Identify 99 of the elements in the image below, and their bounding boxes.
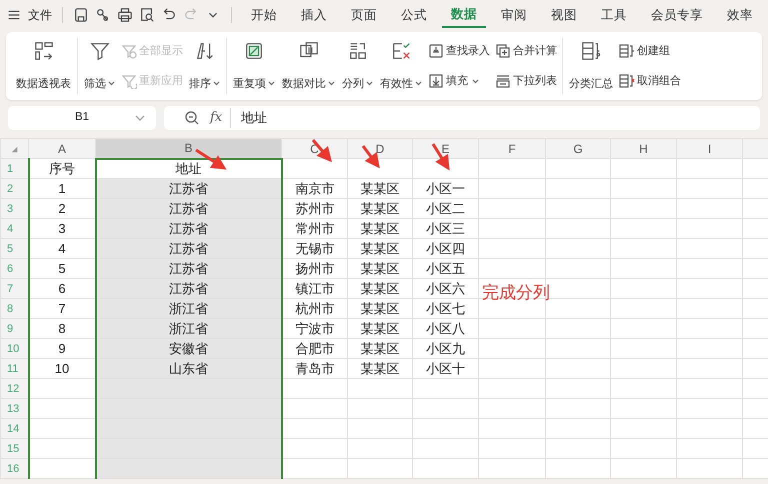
ribbon-button[interactable]: 分列 bbox=[340, 38, 375, 94]
table-cell: 江苏省 bbox=[96, 198, 282, 218]
zoom-icon[interactable] bbox=[184, 110, 200, 126]
table-cell: 常州市 bbox=[282, 218, 348, 238]
arrow bbox=[312, 139, 332, 162]
menu-tab[interactable]: 公式 bbox=[392, 2, 436, 28]
table-cell: 小区五 bbox=[412, 258, 478, 278]
bracket-icon bbox=[619, 73, 635, 89]
brush-icon[interactable] bbox=[95, 7, 111, 23]
corner-icon[interactable] bbox=[11, 146, 18, 153]
ribbon-button[interactable]: 重复项 bbox=[231, 38, 277, 94]
formula-input[interactable]: 地址 bbox=[241, 108, 268, 128]
table-cell: 地址 bbox=[96, 158, 282, 178]
table-cell: 苏州市 bbox=[282, 198, 348, 218]
table-cell: 某某区 bbox=[348, 218, 412, 238]
table-cell: 扬州市 bbox=[282, 258, 348, 278]
plus-box-icon bbox=[495, 43, 511, 59]
table-cell: 小区十 bbox=[412, 358, 478, 378]
arrow bbox=[432, 143, 450, 171]
table-cell: 小区七 bbox=[412, 298, 478, 318]
ribbon-button[interactable]: 查找录入 bbox=[427, 38, 491, 64]
column-header[interactable]: G bbox=[546, 138, 610, 158]
table-cell: 某某区 bbox=[348, 338, 412, 358]
table-cell: 江苏省 bbox=[96, 178, 282, 198]
filter-icon bbox=[88, 40, 110, 62]
table-cell: 某某区 bbox=[348, 238, 412, 258]
preview-icon[interactable] bbox=[139, 7, 155, 23]
table-cell: 杭州市 bbox=[282, 298, 348, 318]
table-cell: 江苏省 bbox=[96, 278, 282, 298]
file-menu[interactable]: 文件 bbox=[28, 6, 52, 24]
table-cell: 浙江省 bbox=[96, 298, 282, 318]
ribbon-button[interactable]: 排序 bbox=[187, 38, 222, 94]
column-header[interactable]: D bbox=[348, 138, 412, 158]
table-cell: 无锡市 bbox=[282, 238, 348, 258]
menu-tab[interactable]: 会员专享 bbox=[642, 2, 712, 28]
table-cell: 某某区 bbox=[348, 298, 412, 318]
table-cell: 某某区 bbox=[348, 358, 412, 378]
table-cell: 合肥市 bbox=[282, 338, 348, 358]
table-cell: 小区六 bbox=[412, 278, 478, 298]
table-cell: 小区三 bbox=[412, 218, 478, 238]
column-header[interactable]: A bbox=[28, 138, 96, 158]
filter-icon bbox=[121, 43, 137, 59]
table-cell: 小区九 bbox=[412, 338, 478, 358]
table-cell: 某某区 bbox=[348, 198, 412, 218]
table-cell: 江苏省 bbox=[96, 218, 282, 238]
table-cell: 小区八 bbox=[412, 318, 478, 338]
column-header[interactable]: B bbox=[96, 138, 282, 158]
annotation-text: 完成分列 bbox=[482, 282, 550, 304]
column-header[interactable]: I bbox=[676, 138, 742, 158]
table-cell: 宁波市 bbox=[282, 318, 348, 338]
table-cell: 某某区 bbox=[348, 258, 412, 278]
bracket-icon bbox=[619, 43, 635, 59]
table-cell: 青岛市 bbox=[282, 358, 348, 378]
column-header[interactable]: H bbox=[610, 138, 676, 158]
table-cell: 某某区 bbox=[348, 178, 412, 198]
table-cell: 小区一 bbox=[412, 178, 478, 198]
list-icon bbox=[495, 73, 511, 89]
menu-tab[interactable]: 页面 bbox=[342, 2, 386, 28]
table-cell: 某某区 bbox=[348, 318, 412, 338]
table-icon bbox=[32, 40, 54, 62]
menu-tab[interactable]: 视图 bbox=[542, 2, 586, 28]
column-header[interactable]: E bbox=[412, 138, 478, 158]
filter-icon bbox=[121, 73, 137, 89]
outline-icon bbox=[580, 40, 602, 62]
table-cell: 南京市 bbox=[282, 178, 348, 198]
function-label[interactable]: fx bbox=[210, 108, 232, 128]
print-icon[interactable] bbox=[117, 7, 133, 23]
ribbon-button[interactable]: 创建组 bbox=[618, 38, 682, 64]
table-cell: 江苏省 bbox=[96, 258, 282, 278]
ribbon-button[interactable]: 合并计算 bbox=[494, 38, 558, 64]
menu-tab[interactable]: 效率 bbox=[718, 2, 762, 28]
save-icon[interactable] bbox=[73, 7, 89, 23]
ribbon-button[interactable]: 数据透视表 bbox=[14, 38, 73, 94]
menu-tab[interactable]: 工具 bbox=[592, 2, 636, 28]
table-cell: 浙江省 bbox=[96, 318, 282, 338]
list-check-icon bbox=[390, 40, 412, 62]
table-cell: 安徽省 bbox=[96, 338, 282, 358]
menu-tab[interactable]: 审阅 bbox=[492, 2, 536, 28]
column-header[interactable]: F bbox=[478, 138, 546, 158]
ribbon-button[interactable]: 有效性 bbox=[378, 38, 424, 94]
name-box[interactable]: B1 bbox=[8, 106, 156, 130]
fill-icon bbox=[428, 73, 444, 89]
table-cell: 江苏省 bbox=[96, 238, 282, 258]
ribbon-button[interactable]: 分类汇总 bbox=[567, 38, 615, 94]
menu-tab[interactable]: 开始 bbox=[242, 2, 286, 28]
square-icon bbox=[243, 40, 265, 62]
ribbon-button[interactable]: 数据对比 bbox=[280, 38, 337, 94]
ribbon-button[interactable]: 下拉列表 bbox=[494, 68, 558, 94]
clipboard-icon bbox=[428, 43, 444, 59]
table-cell: 小区四 bbox=[412, 238, 478, 258]
ribbon-button[interactable]: 筛选 bbox=[82, 38, 117, 94]
ribbon-button[interactable]: 填充 bbox=[427, 68, 491, 94]
table-cell: 某某区 bbox=[348, 278, 412, 298]
table-cell: 山东省 bbox=[96, 358, 282, 378]
table-cell: 镇江市 bbox=[282, 278, 348, 298]
menu-tab[interactable]: 数据 bbox=[442, 2, 486, 28]
menu-tab[interactable]: 插入 bbox=[292, 2, 336, 28]
table-cell: 小区二 bbox=[412, 198, 478, 218]
ribbon-button[interactable]: 取消组合 bbox=[618, 68, 682, 94]
